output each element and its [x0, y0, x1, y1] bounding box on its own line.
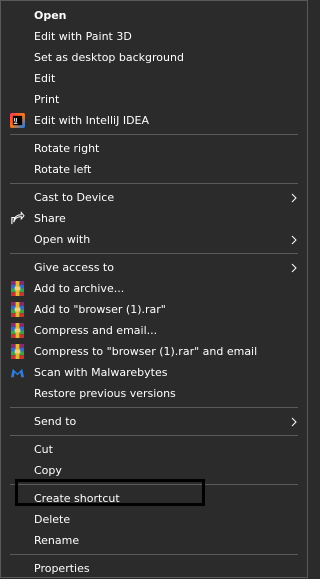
chevron-right-icon	[291, 229, 297, 250]
menu-item-label: Restore previous versions	[34, 387, 176, 400]
chevron-right-icon	[291, 257, 297, 278]
menu-item-rotate-right[interactable]: Rotate right	[1, 138, 307, 159]
menu-item-label: Give access to	[34, 261, 114, 274]
menu-item-edit[interactable]: Edit	[1, 68, 307, 89]
menu-item-label: Share	[34, 212, 66, 225]
menu-item-label: Open with	[34, 233, 91, 246]
menu-item-open-with[interactable]: Open with	[1, 229, 307, 250]
menu-item-cast-to-device[interactable]: Cast to Device	[1, 187, 307, 208]
menu-item-rotate-left[interactable]: Rotate left	[1, 159, 307, 180]
menu-item-label: Cut	[34, 443, 53, 456]
menu-item-label: Send to	[34, 415, 77, 428]
menu-item-restore-previous-versions[interactable]: Restore previous versions	[1, 383, 307, 404]
menu-item-label: Open	[34, 9, 67, 22]
menu-item-copy[interactable]: Copy	[1, 460, 307, 481]
menu-item-label: Cast to Device	[34, 191, 115, 204]
menu-item-label: Edit with IntelliJ IDEA	[34, 114, 150, 127]
menu-item-label: Compress to "browser (1).rar" and email	[34, 345, 258, 358]
chevron-right-icon	[291, 187, 297, 208]
context-menu: Open Edit with Paint 3D Set as desktop b…	[0, 0, 308, 578]
menu-item-send-to[interactable]: Send to	[1, 411, 307, 432]
menu-separator	[10, 407, 298, 408]
menu-item-compress-and-email[interactable]: Compress and email...	[1, 320, 307, 341]
menu-item-label: Rotate right	[34, 142, 100, 155]
menu-item-give-access-to[interactable]: Give access to	[1, 257, 307, 278]
menu-item-label: Delete	[34, 513, 71, 526]
malwarebytes-icon	[10, 368, 25, 378]
menu-item-label: Add to "browser (1).rar"	[34, 303, 166, 316]
menu-separator	[10, 435, 298, 436]
menu-separator	[10, 554, 298, 555]
chevron-right-icon	[291, 411, 297, 432]
menu-item-label: Add to archive...	[34, 282, 125, 295]
menu-item-rename[interactable]: Rename	[1, 530, 307, 551]
menu-item-edit-with-intellij[interactable]: IJ Edit with IntelliJ IDEA	[1, 110, 307, 131]
winrar-icon	[10, 302, 25, 317]
menu-separator	[10, 134, 298, 135]
intellij-icon: IJ	[10, 113, 25, 128]
menu-item-label: Set as desktop background	[34, 51, 184, 64]
svg-text:IJ: IJ	[14, 117, 18, 123]
winrar-icon	[10, 323, 25, 338]
menu-item-properties[interactable]: Properties	[1, 558, 307, 579]
winrar-icon	[10, 344, 25, 359]
menu-item-share[interactable]: Share	[1, 208, 307, 229]
menu-item-cut[interactable]: Cut	[1, 439, 307, 460]
menu-item-label: Rotate left	[34, 163, 92, 176]
menu-item-scan-with-malwarebytes[interactable]: Scan with Malwarebytes	[1, 362, 307, 383]
menu-item-print[interactable]: Print	[1, 89, 307, 110]
menu-item-set-as-desktop-background[interactable]: Set as desktop background	[1, 47, 307, 68]
menu-item-label: Rename	[34, 534, 80, 547]
menu-item-label: Edit with Paint 3D	[34, 30, 132, 43]
menu-item-add-to-rar[interactable]: Add to "browser (1).rar"	[1, 299, 307, 320]
share-icon	[11, 211, 25, 225]
menu-item-label: Properties	[34, 562, 90, 575]
menu-item-compress-to-rar-and-email[interactable]: Compress to "browser (1).rar" and email	[1, 341, 307, 362]
menu-item-open[interactable]: Open	[1, 5, 307, 26]
menu-item-delete[interactable]: Delete	[1, 509, 307, 530]
menu-separator	[10, 183, 298, 184]
create-shortcut-highlight-box	[15, 479, 205, 506]
menu-item-edit-with-paint-3d[interactable]: Edit with Paint 3D	[1, 26, 307, 47]
menu-item-label: Print	[34, 93, 60, 106]
winrar-icon	[10, 281, 25, 296]
menu-separator	[10, 253, 298, 254]
menu-item-label: Copy	[34, 464, 62, 477]
menu-item-label: Edit	[34, 72, 56, 85]
menu-item-add-to-archive[interactable]: Add to archive...	[1, 278, 307, 299]
menu-item-label: Compress and email...	[34, 324, 158, 337]
menu-item-label: Scan with Malwarebytes	[34, 366, 168, 379]
